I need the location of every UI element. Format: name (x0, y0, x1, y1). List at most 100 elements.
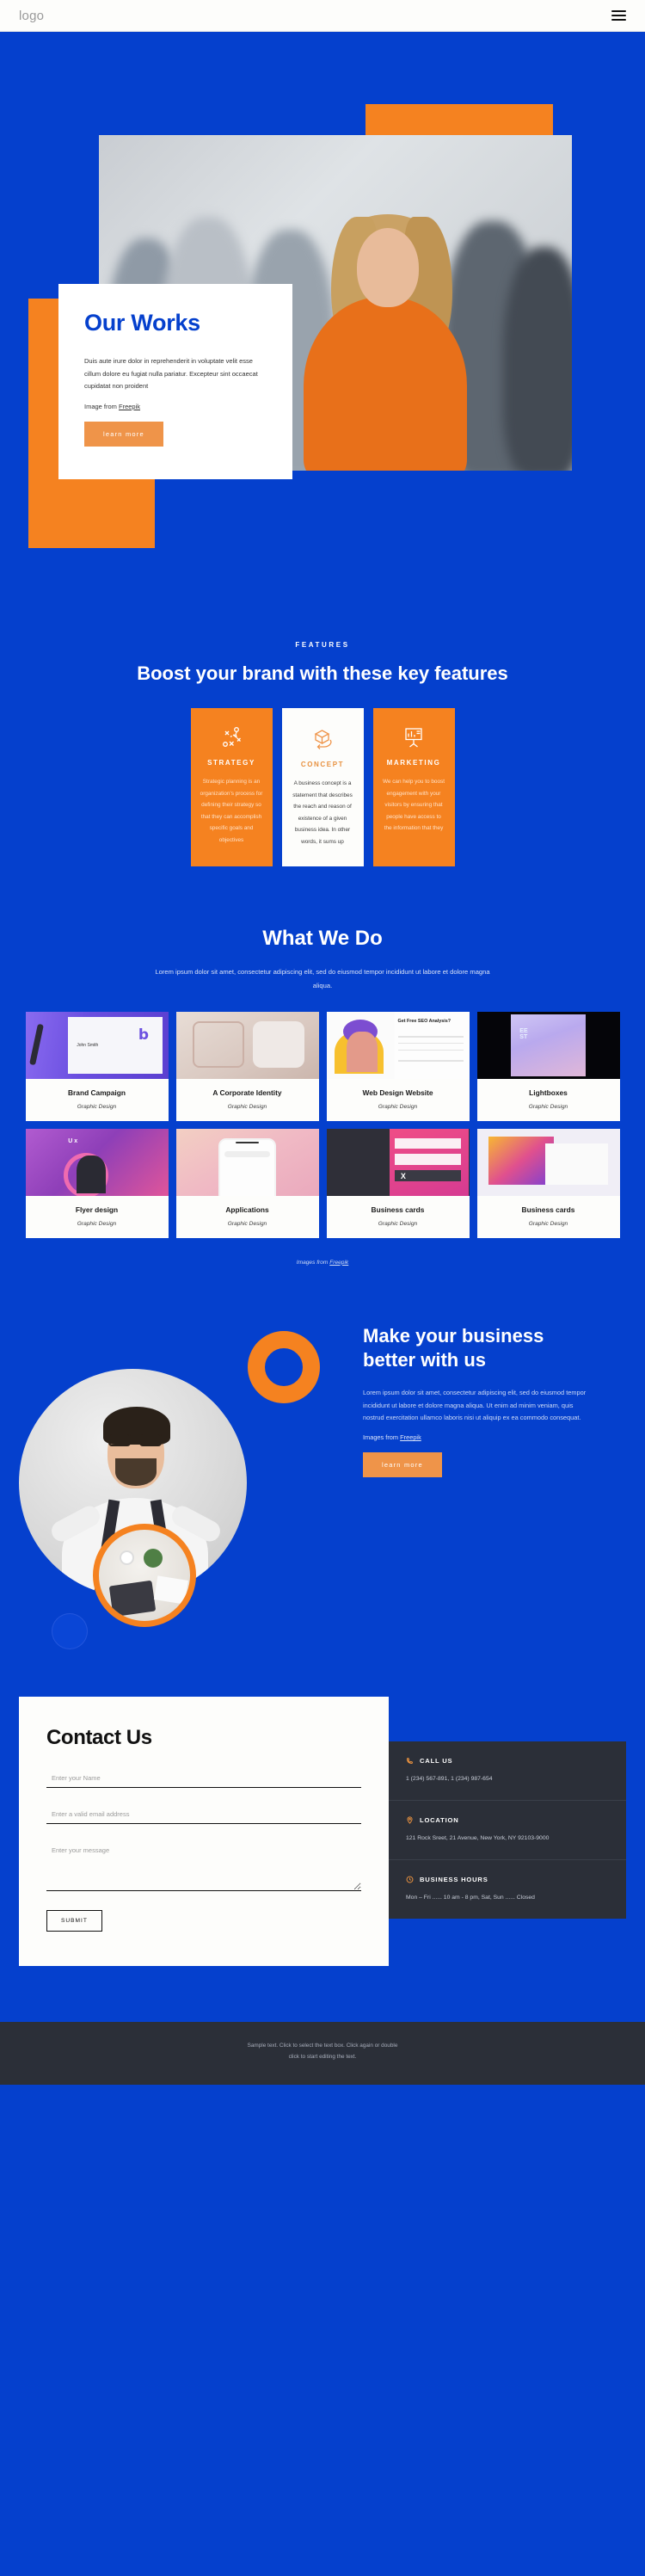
work-tile[interactable]: X Business cards Graphic Design (326, 1128, 470, 1238)
work-title: Business cards (371, 1205, 425, 1214)
hero-credit-prefix: Image from (84, 402, 120, 410)
logo[interactable]: logo (19, 9, 44, 23)
submit-button[interactable]: SUBMIT (46, 1909, 102, 1932)
work-title: Lightboxes (529, 1088, 568, 1097)
page-title: Our Works (84, 310, 200, 336)
orange-ring-decoration (248, 1330, 320, 1403)
work-thumbnail (175, 1128, 319, 1196)
work-thumbnail: EE ST (476, 1011, 620, 1079)
hero-credit-link[interactable]: Freepik (119, 403, 140, 410)
info-block-call-us: CALL US 1 (234) 567-891, 1 (234) 987-654 (389, 1741, 626, 1801)
pin-icon (406, 1816, 414, 1824)
work-subtitle: Graphic Design (528, 1103, 568, 1110)
about-image-credit: Images from Freepik (363, 1433, 593, 1441)
work-subtitle: Graphic Design (77, 1220, 117, 1227)
about-credit-prefix: Images from (363, 1433, 401, 1442)
work-title: Flyer design (75, 1205, 119, 1214)
info-label: LOCATION (420, 1815, 459, 1824)
message-input[interactable] (46, 1840, 361, 1891)
name-input[interactable] (46, 1768, 361, 1788)
work-title: Business cards (521, 1205, 575, 1214)
works-grid: b John Smith Brand Campaign Graphic Desig… (0, 1011, 645, 1238)
info-value: Mon – Fri ...... 10 am - 8 pm, Sat, Sun … (406, 1894, 535, 1901)
work-tile[interactable]: Get Free SEO Analysis? Web Design Websit… (326, 1011, 470, 1121)
works-credit-prefix: Images from (296, 1259, 330, 1266)
work-thumbnail: X (326, 1128, 470, 1196)
page-root: logo Our Works Duis aute irure dolor in … (0, 0, 645, 2086)
work-thumbnail: U x (25, 1128, 169, 1196)
hero-body-text: Duis aute irure dolor in reprehenderit i… (84, 357, 258, 391)
email-input[interactable] (46, 1804, 361, 1824)
work-subtitle: Graphic Design (227, 1220, 267, 1227)
info-value: 121 Rock Sreet, 21 Avenue, New York, NY … (406, 1834, 550, 1841)
work-subtitle: Graphic Design (77, 1103, 117, 1110)
feature-text: Strategic planning is an organization’s … (200, 779, 263, 843)
features-section: FEATURES Boost your brand with these key… (0, 626, 645, 901)
hamburger-menu-icon[interactable] (611, 10, 626, 21)
work-title: A Corporate Identity (212, 1088, 282, 1097)
site-header: logo (0, 0, 645, 32)
footer-line-1: Sample text. Click to select the text bo… (247, 2042, 398, 2049)
feature-text: A business concept is a statement that d… (292, 780, 353, 845)
marketing-presentation-icon (383, 725, 445, 751)
works-section: What We Do Lorem ipsum dolor sit amet, c… (0, 901, 645, 1286)
work-thumbnail: b John Smith (25, 1011, 169, 1079)
works-credit-link[interactable]: Freepik (329, 1260, 348, 1266)
feature-name: MARKETING (386, 759, 441, 767)
about-learn-more-button[interactable]: learn more (363, 1452, 442, 1478)
feature-name: CONCEPT (300, 761, 345, 769)
contact-info-panel: CALL US 1 (234) 567-891, 1 (234) 987-654… (389, 1741, 626, 1919)
about-copy: Make your business better with us Lorem … (363, 1324, 593, 1478)
work-tile[interactable]: U x Flyer design Graphic Design (25, 1128, 169, 1238)
blue-dot-decoration (52, 1612, 88, 1649)
phone-icon (406, 1757, 414, 1765)
site-footer: Sample text. Click to select the text bo… (0, 2021, 645, 2086)
clock-icon (406, 1876, 414, 1883)
work-tile[interactable]: Applications Graphic Design (175, 1128, 319, 1238)
work-subtitle: Graphic Design (227, 1103, 267, 1110)
info-value: 1 (234) 567-891, 1 (234) 987-654 (406, 1775, 493, 1782)
work-subtitle: Graphic Design (378, 1103, 418, 1110)
hero-image-credit: Image from Freepik (84, 403, 267, 410)
work-subtitle: Graphic Design (528, 1220, 568, 1227)
info-label: BUSINESS HOURS (420, 1875, 488, 1883)
contact-title: Contact Us (46, 1725, 152, 1749)
hero-learn-more-button[interactable]: learn more (84, 421, 163, 447)
feature-card-strategy[interactable]: STRATEGY Strategic planning is an organi… (190, 708, 273, 866)
contact-form-card: Contact Us SUBMIT (19, 1696, 389, 1966)
works-image-credit: Images from Freepik (0, 1260, 645, 1266)
work-title: Brand Campaign (67, 1088, 126, 1097)
works-lede: Lorem ipsum dolor sit amet, consectetur … (155, 967, 490, 989)
feature-card-marketing[interactable]: MARKETING We can help you to boost engag… (372, 708, 455, 866)
about-desk-photo (93, 1523, 196, 1627)
hero-text-card: Our Works Duis aute irure dolor in repre… (58, 284, 292, 479)
contact-section: Contact Us SUBMIT CALL US 1 (234) 567-89… (0, 1678, 645, 2022)
about-body-text: Lorem ipsum dolor sit amet, consectetur … (363, 1389, 587, 1422)
work-title: Applications (225, 1205, 269, 1214)
about-credit-link[interactable]: Freepik (400, 1433, 421, 1441)
work-title: Web Design Website (362, 1088, 433, 1097)
info-block-location: LOCATION 121 Rock Sreet, 21 Avenue, New … (389, 1801, 626, 1860)
concept-cube-icon (292, 727, 354, 753)
info-block-business-hours: BUSINESS HOURS Mon – Fri ...... 10 am - … (389, 1860, 626, 1919)
work-thumbnail (476, 1128, 620, 1196)
work-tile[interactable]: b John Smith Brand Campaign Graphic Desig… (25, 1011, 169, 1121)
work-subtitle: Graphic Design (378, 1220, 418, 1227)
feature-text: We can help you to boost engagement with… (382, 779, 445, 832)
work-tile[interactable]: EE ST Lightboxes Graphic Design (476, 1011, 620, 1121)
footer-line-2: click to start editing the text. (288, 2053, 357, 2060)
hero-section: Our Works Duis aute irure dolor in repre… (0, 32, 645, 626)
about-section: Make your business better with us Lorem … (0, 1286, 645, 1678)
strategy-icon (200, 725, 263, 751)
work-tile[interactable]: Business cards Graphic Design (476, 1128, 620, 1238)
feature-name: STRATEGY (207, 759, 255, 767)
work-tile[interactable]: A Corporate Identity Graphic Design (175, 1011, 319, 1121)
features-eyebrow: FEATURES (295, 641, 350, 649)
features-title: Boost your brand with these key features (137, 662, 508, 684)
feature-card-concept[interactable]: CONCEPT A business concept is a statemen… (281, 708, 364, 866)
features-card-row: STRATEGY Strategic planning is an organi… (0, 708, 645, 866)
work-thumbnail: Get Free SEO Analysis? (326, 1011, 470, 1079)
about-title: Make your business better with us (363, 1324, 544, 1371)
work-thumbnail (175, 1011, 319, 1079)
info-label: CALL US (420, 1756, 453, 1765)
